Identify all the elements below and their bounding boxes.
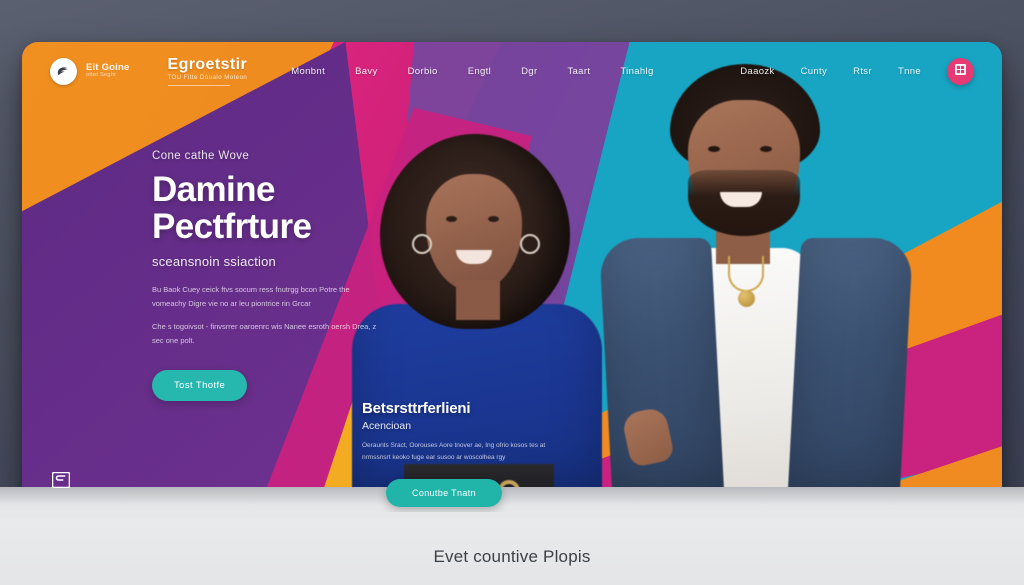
swoosh-logo-icon — [50, 57, 77, 85]
nav-links-right: Daaozk Cunty Rtsr Tnne — [740, 57, 974, 85]
hero-card: Eit Goine ottet Seght Egroetstir TOU Fit… — [22, 42, 1002, 512]
grid-menu-icon — [955, 62, 966, 80]
person-man — [598, 42, 914, 512]
hero-paragraph-2: Che s togoivsot - finvsrrer oaroenrc wis… — [152, 321, 377, 345]
hero-cta-button[interactable]: Tost Thotfe — [152, 369, 248, 401]
hero-headline: Damine Pectfrture — [152, 171, 382, 245]
feature-card-title: Betsrsttrferlieni — [362, 400, 471, 417]
feature-card-paragraph: Oeraunts Sract, Oorouses Aore tnover ae,… — [362, 442, 546, 462]
brand-wordmark-subtitle: TOU Fitte Doualo Moteon — [167, 74, 248, 81]
bottom-caption: Evet countive Plopis — [433, 547, 591, 566]
nav-link-3[interactable]: Dorbio — [408, 66, 438, 77]
woman-eye-left — [446, 216, 457, 222]
woman-neck — [456, 280, 500, 320]
nav-links: Monbnt Bavy Dorbio Engtl Dgr Taart Tinah… — [291, 66, 653, 77]
nav-link-5[interactable]: Dgr — [521, 66, 537, 77]
bookmark-logo-icon[interactable] — [52, 472, 70, 488]
woman-earring-right — [520, 234, 540, 254]
nav-right-link-2[interactable]: Cunty — [801, 66, 828, 77]
navbar: Eit Goine ottet Seght Egroetstir TOU Fit… — [22, 42, 1002, 100]
brand-left-text: Eit Goine ottet Seght — [86, 63, 130, 79]
nav-right-link-3[interactable]: Rtsr — [853, 66, 872, 77]
nav-right-link-4[interactable]: Tnne — [898, 66, 921, 77]
hero-headline-line2: Pectfrture — [152, 207, 312, 247]
hero-headline-line1: Damine — [152, 170, 275, 209]
feature-card: Betsrsttrferlieni Acencioan Oeraunts Sra… — [362, 400, 557, 507]
brand-wordmark[interactable]: Egroetstir TOU Fitte Doualo Moteon — [167, 55, 248, 86]
brand-left-line1: Eit Goine — [86, 62, 130, 74]
nav-link-4[interactable]: Engtl — [468, 66, 491, 77]
man-necklace-pendant — [738, 290, 755, 307]
hero-eyebrow: Cone cathe Wove — [152, 150, 250, 162]
hero-paragraph-1: Bu Baok Cuey ceick ftvs socum ress fnutr… — [152, 285, 350, 309]
woman-earring-left — [412, 234, 432, 254]
brand-left-line2: ottet Seght — [86, 72, 116, 79]
nav-link-6[interactable]: Taart — [567, 66, 590, 77]
nav-right-link-1[interactable]: Daaozk — [740, 66, 774, 77]
feature-card-cta-button[interactable]: Conutbe Tnatn — [386, 478, 502, 507]
hero-subheadline: sceansnoin ssiaction — [152, 254, 276, 270]
man-eye-right — [760, 146, 772, 152]
man-jacket-right — [786, 238, 914, 512]
feature-card-subtitle: Acencioan — [362, 420, 412, 432]
woman-eye-right — [488, 216, 499, 222]
man-jacket-left — [598, 238, 726, 512]
brand-underline — [167, 84, 230, 86]
nav-cta-button[interactable] — [947, 57, 974, 85]
nav-link-7[interactable]: Tinahlg — [620, 66, 653, 77]
brand-wordmark-text: Egroetstir — [167, 55, 248, 73]
brand-logo-left[interactable]: Eit Goine ottet Seght — [50, 57, 130, 85]
nav-link-2[interactable]: Bavy — [355, 66, 378, 77]
man-eye-left — [708, 146, 720, 152]
nav-link-1[interactable]: Monbnt — [291, 66, 325, 77]
hero-copy: Cone cathe Wove Damine Pectfrture sceans… — [152, 150, 382, 401]
man-necklace-chain — [728, 256, 764, 292]
